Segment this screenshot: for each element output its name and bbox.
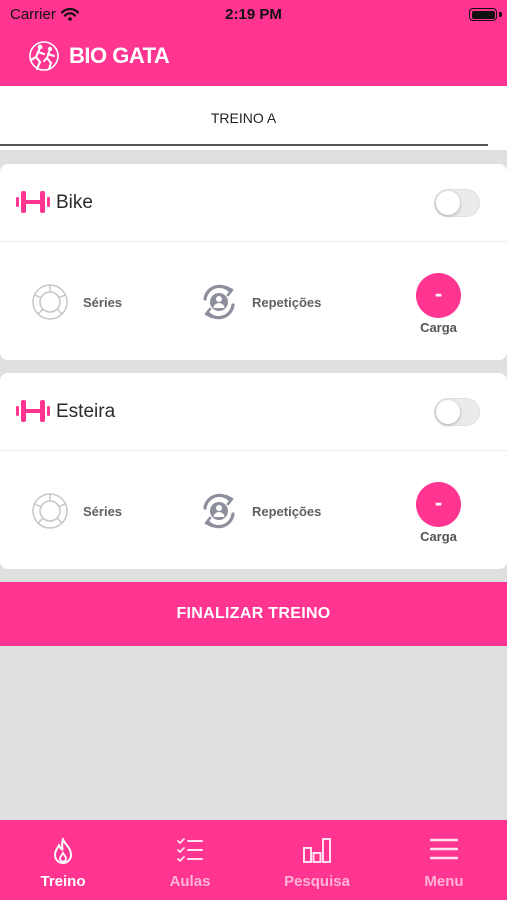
tab-treino-a[interactable]: TREINO A: [0, 110, 487, 126]
exercise-card: Bike Séries Repetições - Carga: [0, 164, 507, 360]
exercise-card-header: Bike: [0, 164, 507, 242]
battery-cap: [499, 12, 502, 17]
app-header: BIO GATA: [0, 30, 507, 86]
bottom-nav: Treino Aulas Pesquisa Menu: [0, 820, 507, 900]
repeat-user-icon: [203, 284, 235, 320]
carga-button[interactable]: -: [416, 273, 461, 318]
repeat-user-icon: [203, 493, 235, 529]
nav-item-aulas[interactable]: Aulas: [127, 820, 253, 900]
battery-icon: [469, 8, 497, 21]
series-label: Séries: [83, 503, 123, 519]
series-metric[interactable]: Séries: [30, 491, 122, 531]
series-metric[interactable]: Séries: [30, 282, 122, 322]
carga-label: Carga: [420, 320, 457, 335]
nav-label: Aulas: [169, 873, 211, 890]
hamburger-menu-icon: [430, 838, 458, 860]
carga-label: Carga: [420, 529, 457, 544]
exercise-name: Esteira: [56, 401, 116, 422]
finish-workout-button[interactable]: FINALIZAR TREINO: [0, 582, 507, 646]
reps-metric[interactable]: Repetições: [199, 282, 321, 322]
checklist-icon: [177, 838, 203, 862]
series-ring-icon: [32, 493, 68, 529]
series-ring-icon: [32, 284, 68, 320]
dumbbell-icon: [16, 400, 50, 422]
status-time: 2:19 PM: [225, 6, 282, 23]
nav-label: Pesquisa: [284, 873, 350, 890]
reps-label: Repetições: [252, 503, 322, 519]
exercise-toggle[interactable]: [434, 189, 480, 217]
carga-button[interactable]: -: [416, 482, 461, 527]
reps-metric[interactable]: Repetições: [199, 491, 321, 531]
exercise-toggle[interactable]: [434, 398, 480, 426]
nav-label: Menu: [424, 873, 464, 890]
nav-item-pesquisa[interactable]: Pesquisa: [254, 820, 380, 900]
tab-underline: [0, 144, 488, 146]
logo: BIO GATA: [24, 40, 170, 72]
nav-item-treino[interactable]: Treino: [0, 820, 126, 900]
workout-tab-bar: TREINO A: [0, 86, 507, 150]
exercise-card: Esteira Séries Repetições - Carga: [0, 373, 507, 569]
runners-logo-icon: [29, 41, 59, 71]
bar-chart-icon: [303, 838, 331, 863]
reps-label: Repetições: [252, 294, 322, 310]
exercise-card-header: Esteira: [0, 373, 507, 451]
status-bar: Carrier 2:19 PM: [0, 0, 507, 30]
nav-label: Treino: [40, 873, 86, 890]
dumbbell-icon: [16, 191, 50, 213]
flame-icon: [54, 838, 72, 864]
logo-text: BIO GATA: [69, 43, 170, 68]
nav-item-menu[interactable]: Menu: [381, 820, 507, 900]
series-label: Séries: [83, 294, 123, 310]
exercise-name: Bike: [56, 192, 93, 213]
